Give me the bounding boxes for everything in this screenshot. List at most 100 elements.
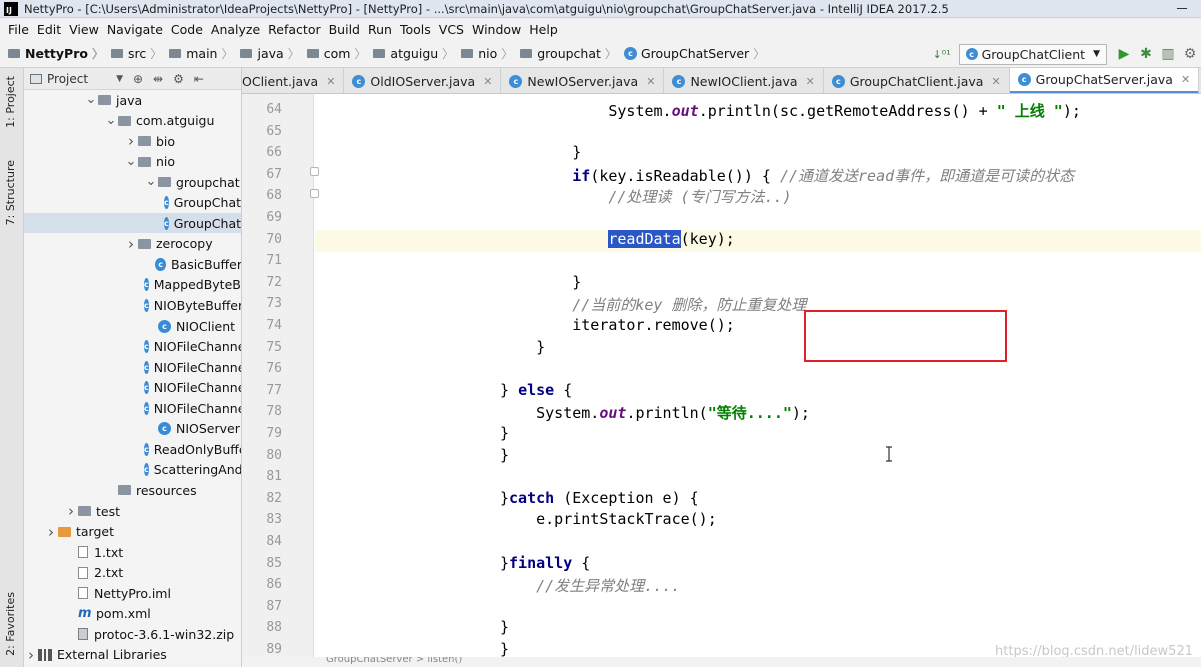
editor-tab[interactable]: c NewIOClient.java ✕ xyxy=(664,68,824,93)
menu-item-run[interactable]: Run xyxy=(364,22,396,37)
tree-item[interactable]: protoc-3.6.1-win32.zip xyxy=(24,624,241,644)
file-icon xyxy=(78,566,88,579)
chevron-right-icon[interactable]: › xyxy=(24,646,38,664)
tree-item[interactable]: c NIOClient xyxy=(24,316,241,336)
editor-tab[interactable]: c NewIOServer.java ✕ xyxy=(501,68,665,93)
tree-item[interactable]: › External Libraries xyxy=(24,645,241,665)
chevron-down-icon[interactable]: ⌄ xyxy=(144,175,158,188)
menu-item-vcs[interactable]: VCS xyxy=(435,22,468,37)
class-icon: c xyxy=(965,48,978,60)
structure-tool-tab[interactable]: 7: Structure xyxy=(4,160,17,225)
tree-item[interactable]: NettyPro.iml xyxy=(24,583,241,603)
tree-item[interactable]: c GroupChatClient xyxy=(24,193,241,213)
tree-item[interactable]: › bio xyxy=(24,131,241,151)
minimize-button[interactable] xyxy=(1171,2,1193,14)
tree-item[interactable]: ⌄ nio xyxy=(24,152,241,172)
editor-tab[interactable]: OClient.java ✕ xyxy=(242,68,345,93)
tree-item[interactable]: c GroupChatServer xyxy=(24,213,241,234)
tree-item[interactable]: m pom.xml xyxy=(24,604,241,624)
menu-item-analyze[interactable]: Analyze xyxy=(207,22,264,37)
chevron-right-icon[interactable]: › xyxy=(44,523,58,541)
tree-item[interactable]: › test xyxy=(24,501,241,521)
close-icon[interactable]: ✕ xyxy=(483,75,492,88)
breadcrumb-item[interactable]: atguigu 〉 xyxy=(373,45,459,62)
favorites-tool-tab[interactable]: 2: Favorites xyxy=(4,592,17,656)
code-editor[interactable]: 64 System.out.println(sc.getRemoteAddres… xyxy=(242,94,1201,667)
breadcrumb-item[interactable]: com 〉 xyxy=(306,45,372,62)
run-icon[interactable]: ▶ xyxy=(1113,43,1135,65)
fold-marker-icon[interactable] xyxy=(310,189,319,198)
fold-marker-icon[interactable] xyxy=(310,167,319,176)
tree-item[interactable]: 1.txt xyxy=(24,542,241,562)
menu-item-window[interactable]: Window xyxy=(468,22,525,37)
menu-item-build[interactable]: Build xyxy=(325,22,364,37)
tree-item[interactable]: 2.txt xyxy=(24,563,241,583)
chevron-down-icon[interactable]: ⌄ xyxy=(104,114,118,127)
code-line: } else { xyxy=(500,381,572,399)
close-icon[interactable]: ✕ xyxy=(806,75,815,88)
chevron-down-icon[interactable]: ⌄ xyxy=(84,93,98,106)
tree-item[interactable]: ⌄ groupchat xyxy=(24,172,241,192)
tree-item[interactable]: c NIOFileChannel04 xyxy=(24,398,241,418)
breadcrumb-item[interactable]: main 〉 xyxy=(169,45,238,62)
line-number: 83 xyxy=(266,512,282,528)
tree-item[interactable]: resources xyxy=(24,480,241,500)
gear-icon[interactable]: ⚙ xyxy=(173,72,184,86)
tree-item[interactable]: c NIOServer xyxy=(24,419,241,439)
editor-tab[interactable]: c OldIOServer.java ✕ xyxy=(344,68,502,93)
tree-item[interactable]: c NIOFileChannel02 xyxy=(24,357,241,377)
hide-icon[interactable]: ⇤ xyxy=(194,72,204,86)
chevron-right-icon[interactable]: › xyxy=(64,502,78,520)
breadcrumb-item[interactable]: src 〉 xyxy=(110,45,167,62)
run-config-select[interactable]: c GroupChatClient ▼ xyxy=(958,43,1107,65)
close-icon[interactable]: ✕ xyxy=(646,75,655,88)
tree-item[interactable]: › target xyxy=(24,522,241,542)
close-icon[interactable]: ✕ xyxy=(1181,73,1190,86)
tree-item[interactable]: c MappedByteBufferTest xyxy=(24,275,241,295)
close-icon[interactable]: ✕ xyxy=(326,75,335,88)
tree-item[interactable]: c NIOFileChannel03 xyxy=(24,378,241,398)
class-icon: c xyxy=(144,340,149,354)
menu-item-help[interactable]: Help xyxy=(525,22,562,37)
tree-item[interactable]: c ScatteringAndGatheringTest xyxy=(24,460,241,480)
menu-item-view[interactable]: View xyxy=(65,22,103,37)
collapse-icon[interactable]: ⇹ xyxy=(153,72,163,86)
editor-tab[interactable]: c GroupChatClient.java ✕ xyxy=(824,68,1010,93)
menu-item-file[interactable]: File xyxy=(4,22,33,37)
close-icon[interactable]: ✕ xyxy=(991,75,1000,88)
breadcrumb-item[interactable]: NettyPro 〉 xyxy=(8,45,109,62)
line-number: 78 xyxy=(266,404,282,420)
chevron-down-icon[interactable]: ▼ xyxy=(116,74,123,84)
coverage-icon[interactable]: ▥ xyxy=(1157,43,1179,65)
tree-item[interactable]: ⌄ com.atguigu xyxy=(24,111,241,131)
tree-item[interactable]: › zerocopy xyxy=(24,234,241,254)
breadcrumb-item[interactable]: java 〉 xyxy=(240,45,304,62)
debug-icon[interactable]: ✱ xyxy=(1135,43,1157,65)
chevron-right-icon[interactable]: › xyxy=(124,132,138,150)
chevron-right-icon[interactable]: › xyxy=(124,235,138,253)
menu-item-code[interactable]: Code xyxy=(167,22,207,37)
build-icon[interactable]: ↓⁰¹ xyxy=(931,43,953,65)
menu-item-refactor[interactable]: Refactor xyxy=(264,22,324,37)
menu-item-tools[interactable]: Tools xyxy=(396,22,435,37)
tree-item[interactable]: c BasicBuffer xyxy=(24,254,241,274)
tree-item[interactable]: c NIOFileChannel01 xyxy=(24,337,241,357)
breadcrumb-item[interactable]: c GroupChatServer 〉 xyxy=(623,45,770,62)
profile-icon[interactable]: ⚙ xyxy=(1179,43,1201,65)
sync-icon[interactable]: ⊕ xyxy=(133,72,143,86)
class-icon: c xyxy=(144,278,149,292)
editor-tab-label: OClient.java xyxy=(242,73,319,89)
breadcrumb: NettyPro 〉 src 〉 main 〉 java 〉 com 〉 atguigu 〉 nio 〉 g… xyxy=(8,45,772,62)
breadcrumb-item[interactable]: groupchat 〉 xyxy=(520,45,622,62)
menu-item-navigate[interactable]: Navigate xyxy=(103,22,167,37)
chevron-down-icon[interactable]: ⌄ xyxy=(124,155,138,168)
tree-item[interactable]: ⌄ java xyxy=(24,90,241,110)
breadcrumb-item[interactable]: nio 〉 xyxy=(461,45,518,62)
library-icon xyxy=(38,648,52,661)
tree-item[interactable]: c NIOByteBufferPutGet xyxy=(24,296,241,316)
menu-item-edit[interactable]: Edit xyxy=(33,22,65,37)
tree-item[interactable]: c ReadOnlyBuffer xyxy=(24,439,241,459)
editor-tab[interactable]: c GroupChatServer.java ✕ xyxy=(1009,68,1200,93)
project-tool-tab[interactable]: 1: Project xyxy=(4,76,17,128)
